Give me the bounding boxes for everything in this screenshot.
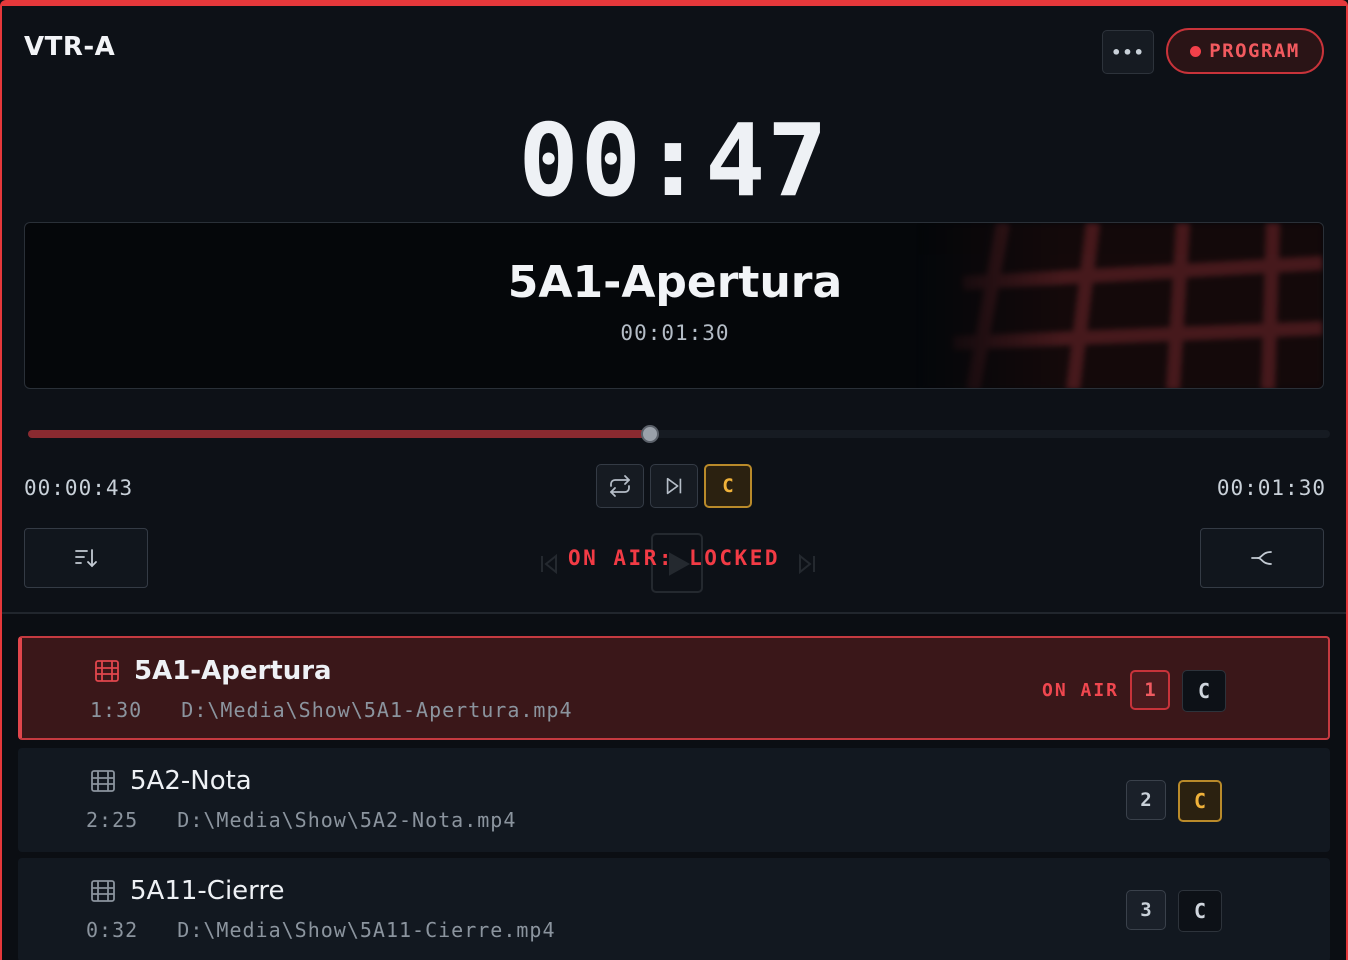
cue-toggle[interactable]: C xyxy=(1178,890,1222,932)
progress-fill xyxy=(28,430,651,438)
player-panel: VTR-A ••• PROGRAM 00:47 5A1-Apertura 00:… xyxy=(2,6,1346,612)
cue-toggle[interactable]: C xyxy=(1182,670,1226,712)
film-icon xyxy=(91,770,115,792)
loop-button[interactable] xyxy=(596,464,644,508)
playlist-item-3[interactable]: 5A11-Cierre 0:32 D:\Media\Show\5A11-Cier… xyxy=(18,858,1330,960)
clip-name: 5A1-Apertura xyxy=(507,257,843,308)
cue-button[interactable]: C xyxy=(704,464,752,508)
playlist-item-meta: 0:32 D:\Media\Show\5A11-Cierre.mp4 xyxy=(86,918,556,942)
app-title: VTR-A xyxy=(24,32,116,62)
playlist-item-name: 5A11-Cierre xyxy=(130,876,285,906)
playlist-item-name: 5A2-Nota xyxy=(130,766,252,796)
clip-preview: 5A1-Apertura 00:01:30 xyxy=(24,222,1324,389)
branch-button[interactable] xyxy=(1200,528,1324,588)
progress-thumb[interactable] xyxy=(641,425,660,443)
playlist-item-index: 2 xyxy=(1126,780,1166,820)
playlist-item-index: 3 xyxy=(1126,890,1166,930)
program-label: PROGRAM xyxy=(1209,40,1300,62)
cue-toggle[interactable]: C xyxy=(1178,780,1222,822)
program-button[interactable]: PROGRAM xyxy=(1166,28,1324,74)
total-time: 00:01:30 xyxy=(1216,476,1326,500)
film-icon xyxy=(91,880,115,902)
clip-duration: 00:01:30 xyxy=(620,321,730,345)
on-air-status: ON AIR: LOCKED xyxy=(567,546,780,570)
playlist-item-name: 5A1-Apertura xyxy=(134,656,332,686)
film-icon xyxy=(95,660,119,682)
more-button[interactable]: ••• xyxy=(1102,30,1154,74)
loop-icon xyxy=(610,475,630,497)
playlist-item-meta: 1:30 D:\Media\Show\5A1-Apertura.mp4 xyxy=(90,698,573,722)
playlist-item-2[interactable]: 5A2-Nota 2:25 D:\Media\Show\5A2-Nota.mp4… xyxy=(18,748,1330,852)
on-air-badge: ON AIR xyxy=(1042,680,1120,701)
elapsed-time: 00:00:43 xyxy=(24,476,134,500)
more-dots-icon: ••• xyxy=(1111,42,1145,62)
skip-next-button[interactable] xyxy=(650,464,698,508)
status-dot-icon xyxy=(1190,45,1202,57)
playlist-item-1[interactable]: 5A1-Apertura 1:30 D:\Media\Show\5A1-Aper… xyxy=(18,636,1330,740)
countdown-clock: 00:47 xyxy=(518,102,830,219)
playlist-item-meta: 2:25 D:\Media\Show\5A2-Nota.mp4 xyxy=(86,808,517,832)
playlist: 5A1-Apertura 1:30 D:\Media\Show\5A1-Aper… xyxy=(2,614,1346,960)
app-frame: VTR-A ••• PROGRAM 00:47 5A1-Apertura 00:… xyxy=(0,0,1348,960)
branch-icon xyxy=(1251,551,1272,565)
skip-next-icon xyxy=(666,477,682,495)
progress-slider[interactable] xyxy=(28,425,1330,443)
playlist-item-index: 1 xyxy=(1130,670,1170,710)
